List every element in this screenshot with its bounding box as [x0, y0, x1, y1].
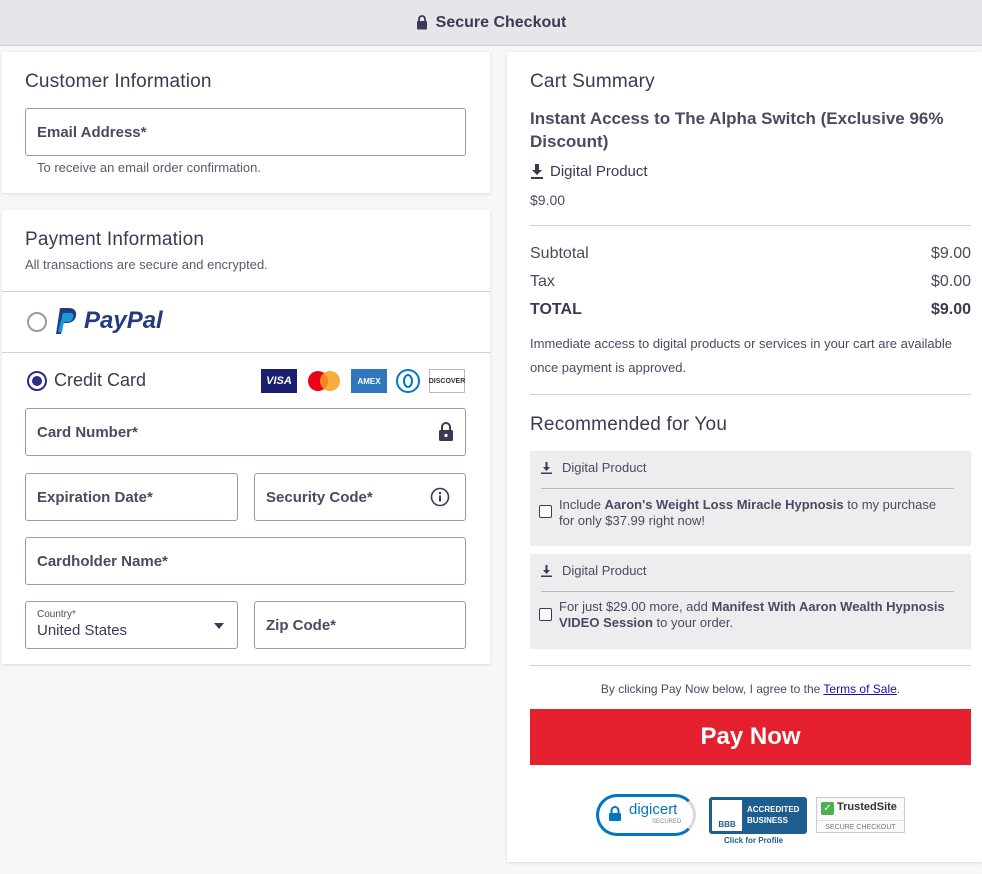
chevron-down-icon [214, 623, 224, 629]
paypal-logo[interactable]: PayPal [54, 307, 163, 335]
secure-checkout-bar: Secure Checkout [0, 0, 982, 46]
credit-card-label[interactable]: Credit Card [54, 370, 146, 391]
recommendation-item: Digital Product Include Aaron's Weight L… [530, 451, 971, 546]
zip-code-label: Zip Code* [266, 616, 336, 634]
card-number-field[interactable]: Card Number* [25, 408, 466, 456]
bbb-text-2: BUSINESS [747, 816, 788, 825]
email-field[interactable]: Email Address* [25, 108, 466, 156]
card-number-label: Card Number* [37, 423, 138, 441]
customer-info-title: Customer Information [25, 71, 212, 92]
lock-icon [609, 806, 621, 821]
paypal-label: PayPal [84, 307, 163, 334]
email-hint: To receive an email order confirmation. [37, 160, 261, 175]
product-price: $9.00 [530, 192, 566, 208]
divider [2, 291, 490, 292]
subtotal-row: Subtotal $9.00 [530, 245, 971, 263]
total-label: TOTAL [530, 301, 582, 318]
recommended-title: Recommended for You [530, 414, 728, 435]
recommendation-checkbox[interactable] [539, 505, 552, 518]
download-icon [531, 164, 543, 179]
divider [541, 488, 954, 489]
download-icon [541, 564, 552, 577]
divider [2, 352, 490, 353]
recommendation-type: Digital Product [541, 460, 647, 475]
visa-logo-icon: VISA [261, 369, 297, 393]
terms-of-sale-link[interactable]: Terms of Sale [823, 682, 896, 696]
discover-logo-icon: DISCOVER [429, 369, 465, 393]
cardholder-name-field[interactable]: Cardholder Name* [25, 537, 466, 585]
terms-text: By clicking Pay Now below, I agree to th… [600, 682, 901, 696]
trustedsite-label: TrustedSite [837, 801, 897, 813]
payment-info-subtitle: All transactions are secure and encrypte… [25, 257, 268, 272]
mastercard-logo-icon [306, 369, 342, 393]
recommendation-type: Digital Product [541, 563, 647, 578]
bbb-profile-link[interactable]: Click for Profile [724, 836, 783, 845]
payment-info-card: Payment Information All transactions are… [2, 210, 490, 664]
bbb-text-1: ACCREDITED [747, 805, 800, 814]
total-row: TOTAL $9.00 [530, 301, 971, 319]
paypal-radio[interactable] [27, 312, 47, 332]
download-icon [541, 461, 552, 474]
lock-icon [416, 15, 427, 30]
header-title: Secure Checkout [435, 13, 567, 31]
recommendation-text: For just $29.00 more, add Manifest With … [559, 599, 945, 630]
lock-icon [439, 422, 453, 441]
cart-summary-title: Cart Summary [530, 71, 655, 92]
recommendation-checkbox[interactable] [539, 608, 552, 621]
customer-info-card: Customer Information Email Address* To r… [2, 52, 490, 193]
pay-now-button[interactable]: Pay Now [530, 709, 971, 765]
divider [530, 394, 971, 395]
credit-card-radio[interactable] [27, 371, 47, 391]
info-icon[interactable] [430, 487, 450, 507]
cardholder-name-label: Cardholder Name* [37, 552, 168, 570]
divider [541, 591, 954, 592]
payment-info-title: Payment Information [25, 229, 205, 250]
recommendation-item: Digital Product For just $29.00 more, ad… [530, 554, 971, 649]
bbb-badge[interactable]: BBB ACCREDITED BUSINESS Click for Profil… [709, 797, 807, 847]
expiration-date-label: Expiration Date* [37, 488, 153, 506]
check-icon: ✓ [821, 802, 834, 815]
divider [530, 225, 971, 226]
email-label: Email Address* [37, 123, 147, 141]
tax-row: Tax $0.00 [530, 273, 971, 291]
zip-code-field[interactable]: Zip Code* [254, 601, 466, 649]
recommendation-text: Include Aaron's Weight Loss Miracle Hypn… [559, 497, 937, 528]
product-name: Instant Access to The Alpha Switch (Excl… [530, 109, 944, 151]
trustedsite-sub: SECURE CHECKOUT [817, 820, 904, 831]
subtotal-value: $9.00 [930, 245, 971, 262]
security-code-field[interactable]: Security Code* [254, 473, 466, 521]
total-value: $9.00 [930, 301, 971, 318]
paypal-icon [56, 308, 77, 334]
country-select[interactable]: Country* United States [25, 601, 238, 649]
divider [530, 665, 971, 666]
diners-logo-icon [396, 369, 420, 393]
security-code-label: Security Code* [266, 488, 373, 506]
digicert-label: digicert [629, 801, 678, 818]
product-type: Digital Product [530, 163, 648, 180]
expiration-date-field[interactable]: Expiration Date* [25, 473, 238, 521]
tax-value: $0.00 [930, 273, 971, 290]
card-logos: VISA AMEX DISCOVER [261, 369, 465, 393]
country-value: United States [37, 622, 128, 639]
subtotal-label: Subtotal [530, 245, 589, 262]
trustedsite-badge[interactable]: ✓ TrustedSite SECURE CHECKOUT [816, 797, 905, 833]
access-note: Immediate access to digital products or … [530, 336, 952, 375]
digicert-badge[interactable]: digicert SECURED [596, 794, 702, 836]
tax-label: Tax [530, 273, 555, 290]
amex-logo-icon: AMEX [351, 369, 387, 393]
digicert-sub: SECURED [652, 819, 682, 825]
bbb-logo-icon: BBB [712, 800, 742, 831]
country-label: Country* [37, 609, 76, 620]
product-type-label: Digital Product [550, 163, 648, 180]
